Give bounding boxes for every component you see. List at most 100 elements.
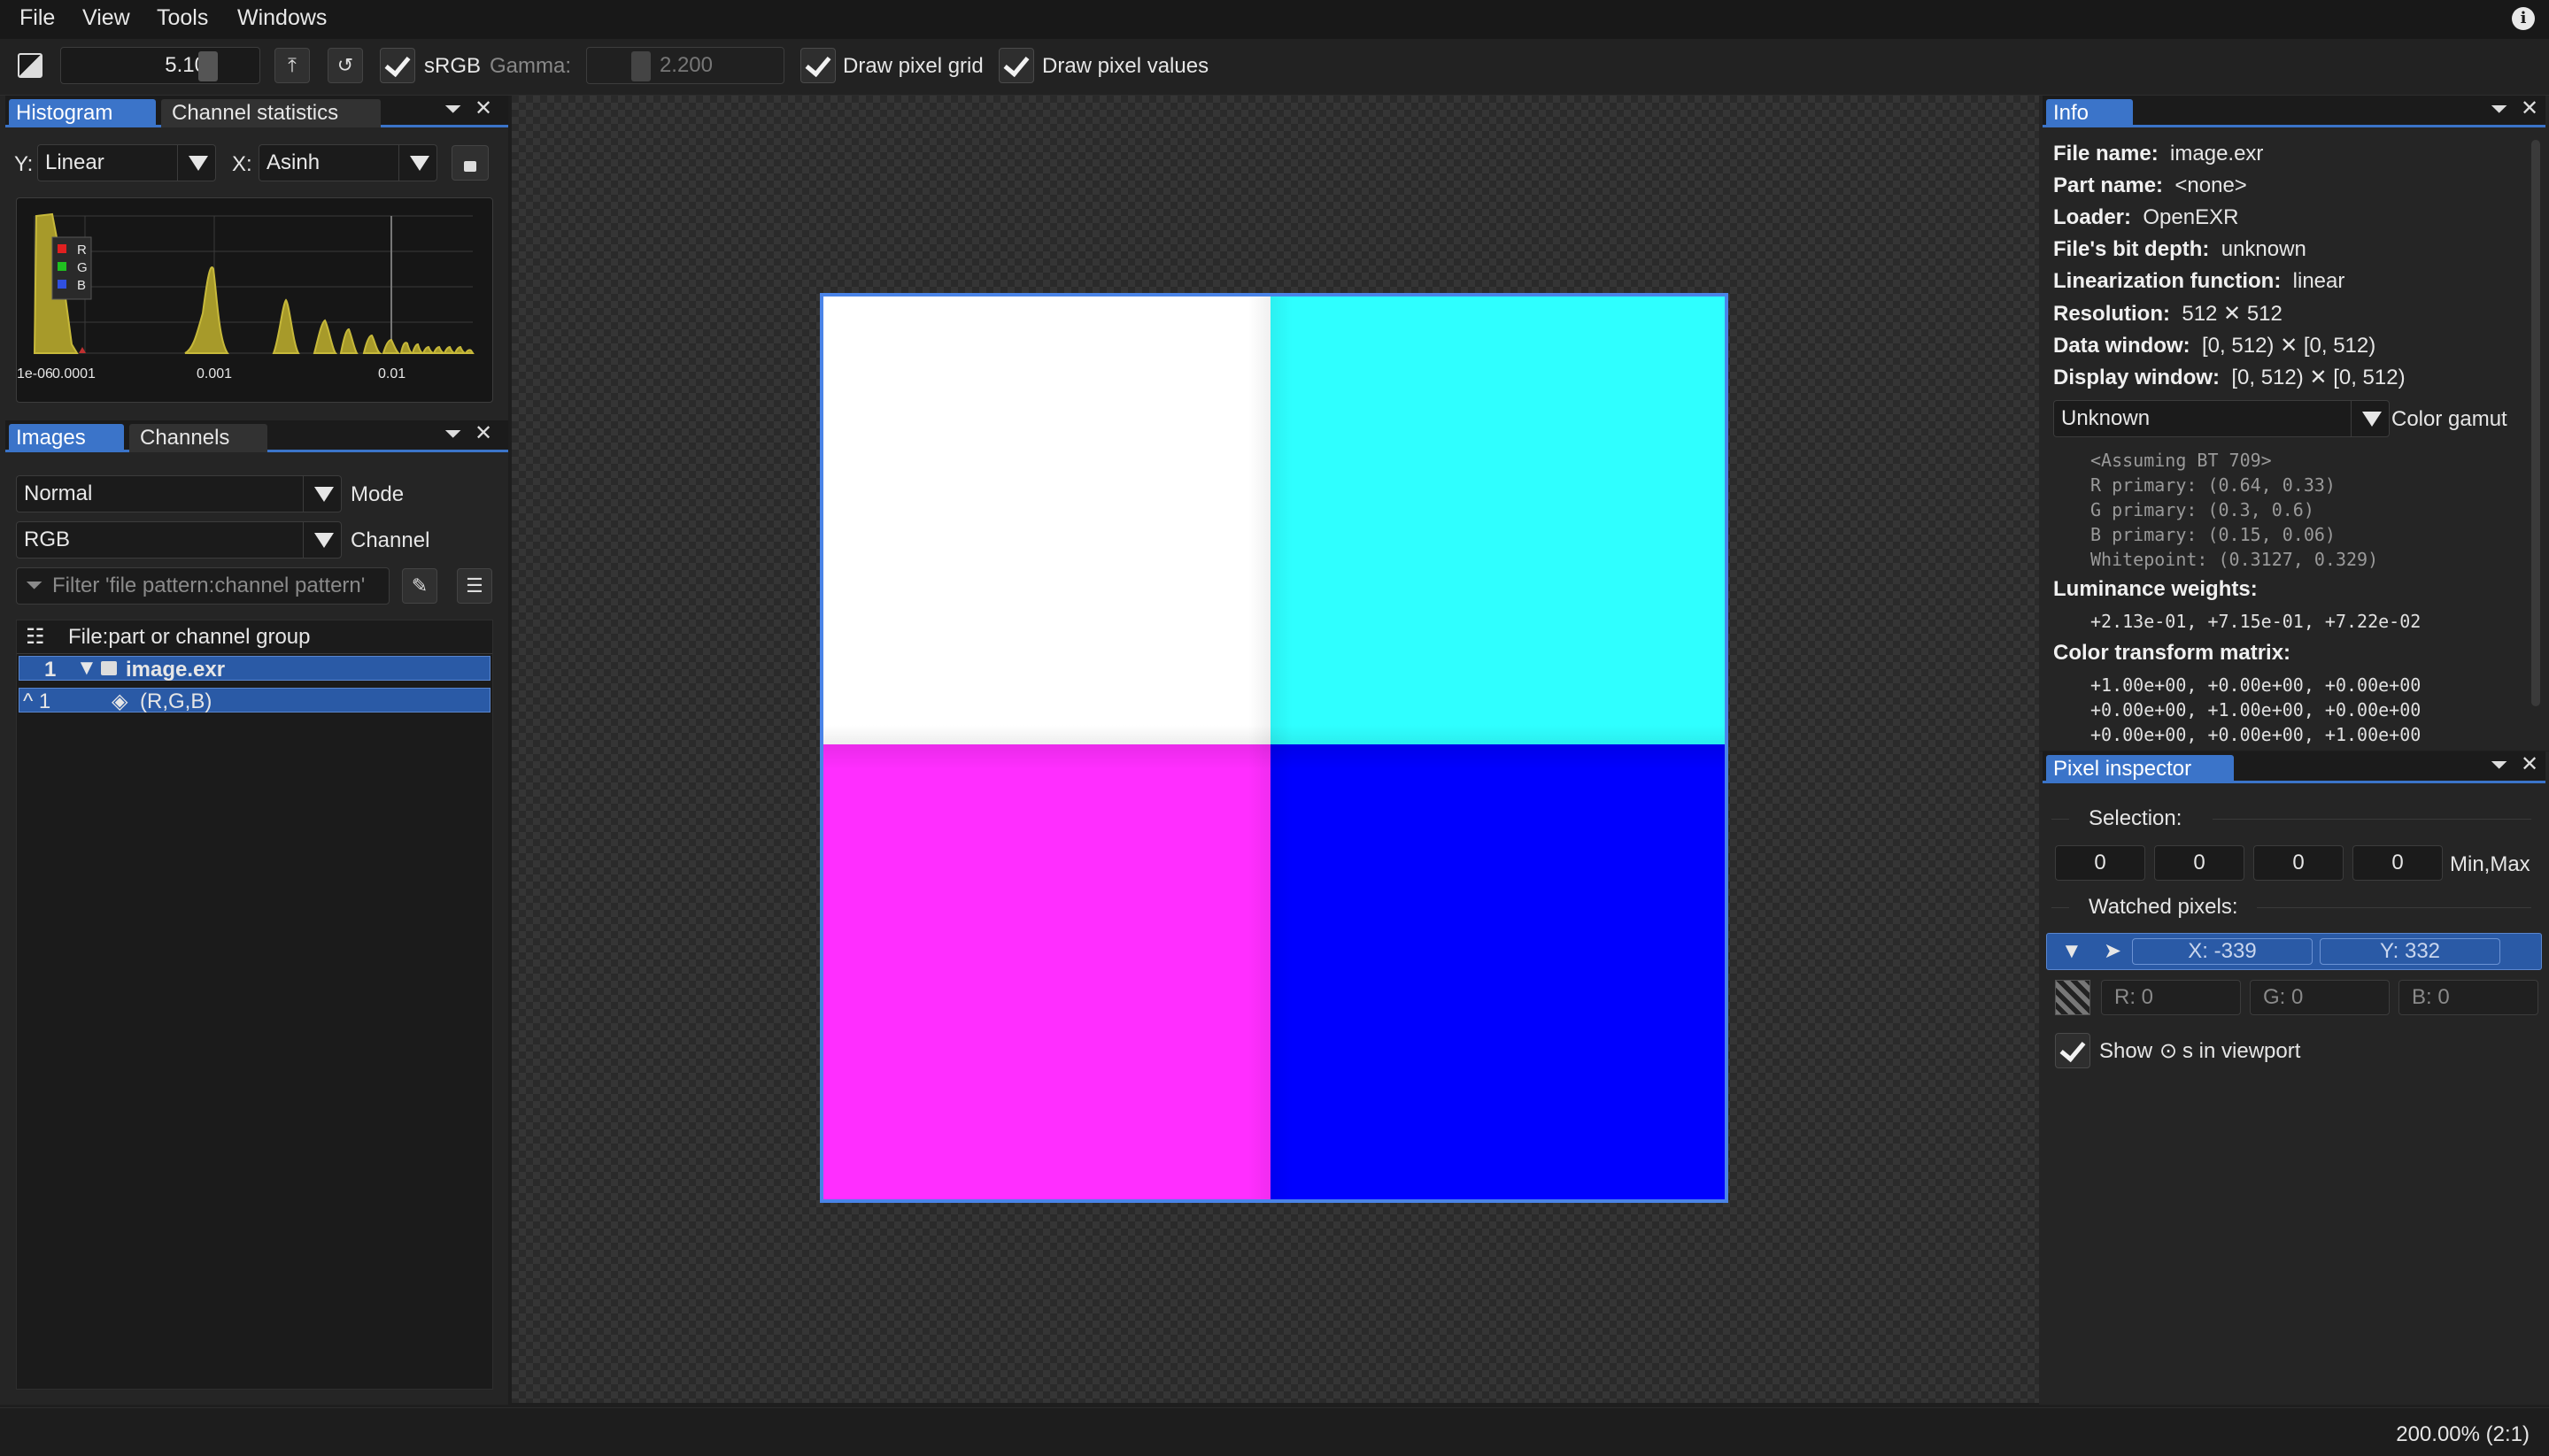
white-quadrant [823, 297, 1274, 748]
y-scale-label: Y: [14, 152, 34, 176]
selection-min-y[interactable]: 0 [2154, 845, 2244, 881]
list-item[interactable]: 1 ▼ image.exr [19, 656, 490, 682]
channel-value: RGB [24, 528, 71, 551]
pixel-b-value: B: 0 [2398, 980, 2538, 1015]
chevron-down-icon [189, 156, 208, 171]
luminance-value: +2.13e-01, +7.15e-01, +7.22e-02 [2090, 611, 2422, 632]
zoom-level: 200.00% (2:1) [2396, 1422, 2530, 1446]
gamut-line: R primary: (0.64, 0.33) [2090, 474, 2336, 496]
eyedropper-icon[interactable]: ✎ [402, 568, 437, 604]
mode-label: Mode [351, 482, 405, 506]
legend-r: R [77, 243, 87, 258]
histogram-panel: Histogram Channel statistics ⏷ ✕ Y: Line… [0, 96, 508, 420]
watched-pixels-label: Watched pixels: [2089, 895, 2238, 919]
reset-icon[interactable]: ↺ [328, 48, 363, 83]
tick-1e-06: 1e-06 [17, 366, 53, 381]
info-value: 512 ✕ 512 [2182, 302, 2283, 326]
status-bar: 200.00% (2:1) [0, 1407, 2549, 1456]
menu-view[interactable]: View [82, 5, 130, 31]
gamut-line: Whitepoint: (0.3127, 0.329) [2090, 549, 2379, 570]
collapse-icon[interactable]: ⏷ [2491, 753, 2507, 778]
info-value: unknown [2221, 237, 2306, 261]
about-icon[interactable]: i [2512, 7, 2535, 30]
minmax-label: Min,Max [2450, 852, 2530, 876]
gamma-slider-handle[interactable] [631, 51, 651, 81]
luminance-label: Luminance weights: [2053, 577, 2258, 601]
menu-file[interactable]: File [19, 5, 55, 31]
gamma-field[interactable]: 2.200 [586, 47, 784, 84]
collapse-icon[interactable]: ⏷ [444, 422, 461, 447]
draw-grid-label: Draw pixel grid [843, 54, 984, 78]
mode-dropdown[interactable]: Normal [16, 475, 342, 512]
pixel-inspector-panel: Pixel inspector ⏷ ✕ Selection: 0 0 0 0 M… [2039, 751, 2549, 1405]
displayed-image[interactable] [820, 293, 1728, 1203]
sort-icon[interactable]: ☷ [26, 624, 45, 650]
y-scale-value: Linear [45, 150, 104, 174]
info-key: Resolution: [2053, 302, 2170, 326]
expand-icon[interactable]: ▼ [2061, 939, 2082, 964]
list-icon[interactable]: ☰ [457, 568, 492, 604]
chevron-down-icon [410, 156, 429, 171]
normalize-icon[interactable]: ⤒ [274, 48, 310, 83]
tab-info[interactable]: Info [2046, 99, 2133, 127]
watched-y-field[interactable]: Y: 332 [2320, 938, 2500, 965]
collapse-icon[interactable]: ⏷ [444, 97, 461, 122]
show-markers-checkbox[interactable] [2055, 1033, 2090, 1068]
tab-pixel-inspector[interactable]: Pixel inspector [2046, 755, 2234, 783]
mode-value: Normal [24, 481, 93, 505]
tab-images[interactable]: Images [9, 424, 124, 452]
info-key: File's bit depth: [2053, 237, 2210, 261]
collapse-icon[interactable]: ⏷ [2491, 97, 2507, 122]
tab-channel-statistics[interactable]: Channel statistics [161, 99, 381, 127]
draw-grid-checkbox[interactable] [800, 48, 836, 83]
menu-bar: File View Tools Windows i [0, 0, 2549, 39]
color-gamut-dropdown[interactable]: Unknown [2053, 400, 2390, 437]
tab-channels[interactable]: Channels [129, 424, 267, 452]
watched-x-field[interactable]: X: -339 [2132, 938, 2313, 965]
gamma-label: Gamma: [490, 54, 572, 78]
chevron-down-icon [2362, 412, 2382, 427]
histogram-tab-strip: Histogram Channel statistics ⏷ ✕ [5, 96, 508, 127]
filter-input[interactable]: ⏷ Filter 'file pattern:channel pattern' [16, 567, 390, 605]
show-markers-label-post: s in viewport [2182, 1039, 2301, 1063]
chevron-down-icon [314, 487, 334, 502]
y-scale-dropdown[interactable]: Linear [37, 144, 216, 181]
target-icon: ⊙ [2159, 1039, 2178, 1063]
image-icon [101, 661, 117, 675]
row-name: image.exr [126, 658, 226, 682]
tick-0.0001: 0.0001 [52, 366, 96, 381]
selection-max-y[interactable]: 0 [2352, 845, 2443, 881]
draw-values-checkbox[interactable] [999, 48, 1034, 83]
images-panel: Images Channels ⏷ ✕ Normal Mode RGB Chan… [0, 420, 508, 1405]
lock-icon[interactable] [452, 145, 489, 181]
menu-tools[interactable]: Tools [157, 5, 208, 31]
info-tab-strip: Info ⏷ ✕ [2043, 96, 2545, 127]
srgb-checkbox[interactable] [380, 48, 415, 83]
exposure-field[interactable]: 5.10 [60, 47, 260, 84]
selection-max-x[interactable]: 0 [2253, 845, 2344, 881]
info-key: File name: [2053, 142, 2159, 166]
list-item[interactable]: ^ 1 ◈ (R,G,B) [19, 688, 490, 713]
color-gamut-value: Unknown [2061, 406, 2151, 430]
tab-histogram[interactable]: Histogram [9, 99, 156, 127]
x-scale-value: Asinh [266, 150, 321, 174]
channel-dropdown[interactable]: RGB [16, 521, 342, 559]
info-key: Linearization function: [2053, 269, 2282, 293]
close-icon[interactable]: ✕ [2521, 751, 2538, 777]
pixel-inspector-tab-strip: Pixel inspector ⏷ ✕ [2043, 751, 2545, 783]
magenta-quadrant [823, 744, 1274, 1199]
close-icon[interactable]: ✕ [475, 96, 492, 121]
expand-icon[interactable]: ▼ [76, 656, 97, 681]
gamut-details: <Assuming BT 709> R primary: (0.64, 0.33… [2090, 448, 2378, 572]
info-panel: Info ⏷ ✕ File name: image.exr Part name:… [2039, 96, 2549, 751]
cursor-icon: ➤ [2104, 939, 2122, 963]
close-icon[interactable]: ✕ [475, 420, 492, 446]
histogram-plot: R G B 1e-06 0.0001 0.001 0.01 [16, 197, 493, 403]
menu-windows[interactable]: Windows [237, 5, 327, 31]
x-scale-dropdown[interactable]: Asinh [259, 144, 437, 181]
watched-pixel-row[interactable]: ▼ ➤ X: -339 Y: 332 [2046, 933, 2542, 970]
close-icon[interactable]: ✕ [2521, 96, 2538, 121]
info-scrollbar[interactable] [2531, 140, 2540, 706]
selection-min-x[interactable]: 0 [2055, 845, 2145, 881]
exposure-slider-handle[interactable] [198, 51, 218, 81]
